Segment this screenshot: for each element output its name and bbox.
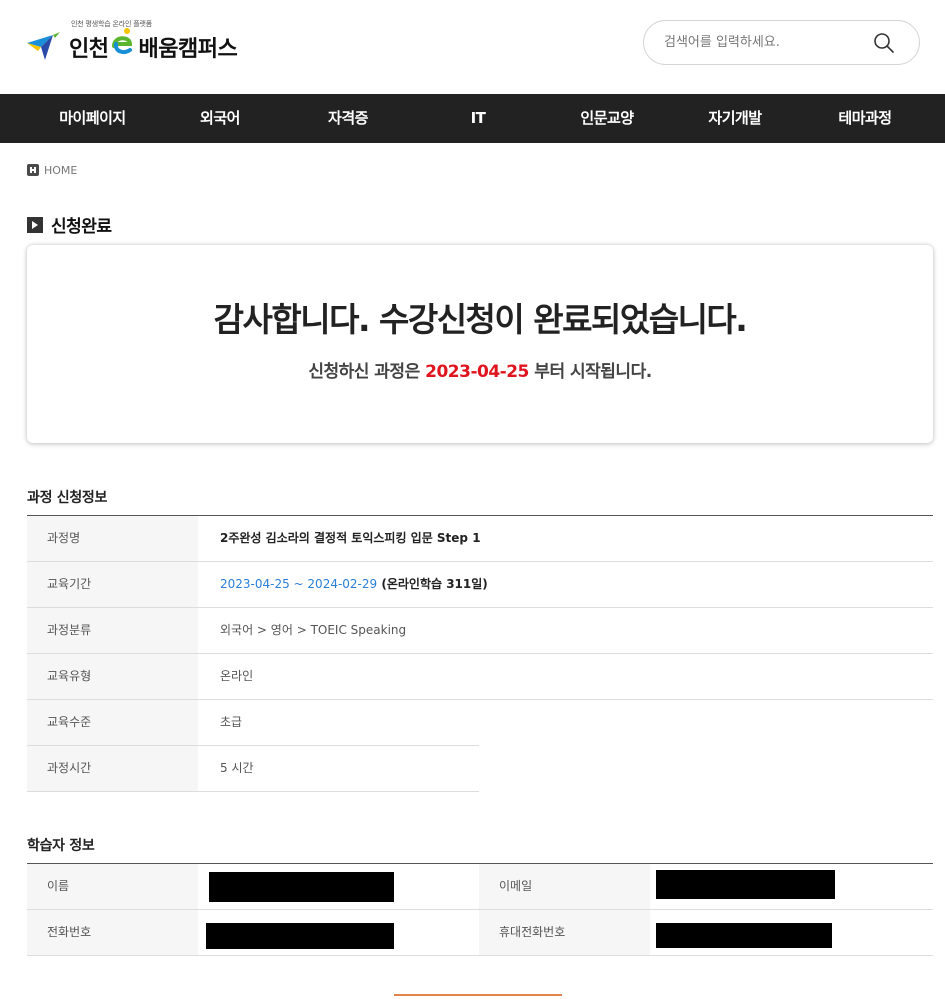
nav-item-humanities[interactable]: 인문교양	[562, 94, 652, 143]
completion-subtitle: 신청하신 과정은 2023-04-25 부터 시작됩니다.	[27, 357, 933, 382]
breadcrumb-home[interactable]: HOME	[44, 164, 77, 177]
level-value: 초급	[220, 715, 243, 729]
nav-item-it[interactable]: IT	[448, 94, 508, 143]
phone-label: 전화번호	[27, 910, 198, 955]
table-row: 과정명 2주완성 김소라의 결정적 토익스피킹 입문 Step 1	[27, 516, 933, 562]
table-row: 교육수준 초급	[27, 700, 479, 746]
arrow-right-box-icon	[27, 216, 43, 233]
nav-item-self-development[interactable]: 자기개발	[690, 94, 780, 143]
name-value	[198, 864, 479, 909]
redacted-email	[656, 870, 835, 899]
learner-info-table: 이름 이메일 전화번호 휴대전화번호	[27, 863, 933, 956]
redacted-phone	[206, 923, 394, 949]
logo-text-a: 인천	[69, 37, 109, 62]
email-value	[650, 864, 933, 909]
course-name-label: 과정명	[27, 516, 198, 561]
confirm-button[interactable]	[394, 994, 562, 999]
site-header: 인천 평생학습 온라인 플랫폼 인천 배움캠퍼스	[0, 0, 945, 94]
page-title-text: 신청완료	[51, 217, 112, 237]
logo-text-b: 배움캠퍼스	[138, 37, 238, 62]
learner-info-heading: 학습자 정보	[27, 838, 95, 854]
name-label: 이름	[27, 864, 198, 909]
category-value: 외국어 > 영어 > TOEIC Speaking	[220, 623, 407, 637]
redacted-name	[209, 872, 394, 902]
type-label: 교육유형	[27, 654, 198, 699]
level-label: 교육수준	[27, 700, 198, 745]
home-icon	[27, 164, 39, 176]
logo-e-icon	[112, 28, 133, 54]
logo-text: 인천 배움캠퍼스	[69, 31, 238, 63]
hours-label: 과정시간	[27, 746, 198, 791]
nav-item-language[interactable]: 외국어	[180, 94, 260, 143]
table-row: 과정분류 외국어 > 영어 > TOEIC Speaking	[27, 608, 933, 654]
start-date: 2023-04-25	[425, 362, 529, 382]
search-icon[interactable]	[873, 32, 895, 54]
course-info-heading: 과정 신청정보	[27, 490, 108, 506]
logo-bird-icon	[27, 32, 60, 60]
table-row: 이름 이메일	[27, 864, 933, 910]
site-logo[interactable]: 인천 평생학습 온라인 플랫폼 인천 배움캠퍼스	[27, 19, 257, 69]
table-row: 교육유형 온라인	[27, 654, 933, 700]
search-box	[643, 20, 920, 65]
completion-title: 감사합니다. 수강신청이 완료되었습니다.	[213, 300, 748, 339]
period-dates: 2023-04-25 ~ 2024-02-29	[220, 577, 378, 591]
completion-message-box: 감사합니다. 수강신청이 완료되었습니다. 신청하신 과정은 2023-04-2…	[27, 245, 933, 443]
table-row: 교육기간 2023-04-25 ~ 2024-02-29 (온라인학습 311일…	[27, 562, 933, 608]
nav-item-theme-course[interactable]: 테마과정	[820, 94, 910, 143]
search-input[interactable]	[664, 21, 864, 64]
period-note: (온라인학습 311일)	[377, 577, 488, 591]
hours-value: 5 시간	[220, 761, 254, 775]
completion-sub-suffix: 부터 시작됩니다.	[528, 362, 652, 382]
table-row: 전화번호 휴대전화번호	[27, 910, 933, 956]
period-value: 2023-04-25 ~ 2024-02-29 (온라인학습 311일)	[198, 562, 488, 607]
type-value: 온라인	[220, 669, 254, 683]
main-nav: 마이페이지 외국어 자격증 IT 인문교양 자기개발 테마과정	[0, 94, 945, 143]
nav-item-certificate[interactable]: 자격증	[308, 94, 388, 143]
period-label: 교육기간	[27, 562, 198, 607]
email-label: 이메일	[479, 864, 650, 909]
category-label: 과정분류	[27, 608, 198, 653]
breadcrumb: HOME	[27, 163, 77, 177]
table-row: 과정시간 5 시간	[27, 746, 479, 792]
mobile-label: 휴대전화번호	[479, 910, 650, 955]
course-name-value: 2주완성 김소라의 결정적 토익스피킹 입문 Step 1	[220, 531, 481, 545]
nav-item-mypage[interactable]: 마이페이지	[40, 94, 145, 143]
page-title: 신청완료	[27, 212, 112, 237]
course-info-table: 과정명 2주완성 김소라의 결정적 토익스피킹 입문 Step 1 교육기간 2…	[27, 515, 933, 792]
completion-sub-prefix: 신청하신 과정은	[308, 362, 426, 382]
mobile-value	[650, 910, 933, 955]
phone-value	[198, 910, 479, 955]
redacted-mobile	[656, 923, 832, 948]
